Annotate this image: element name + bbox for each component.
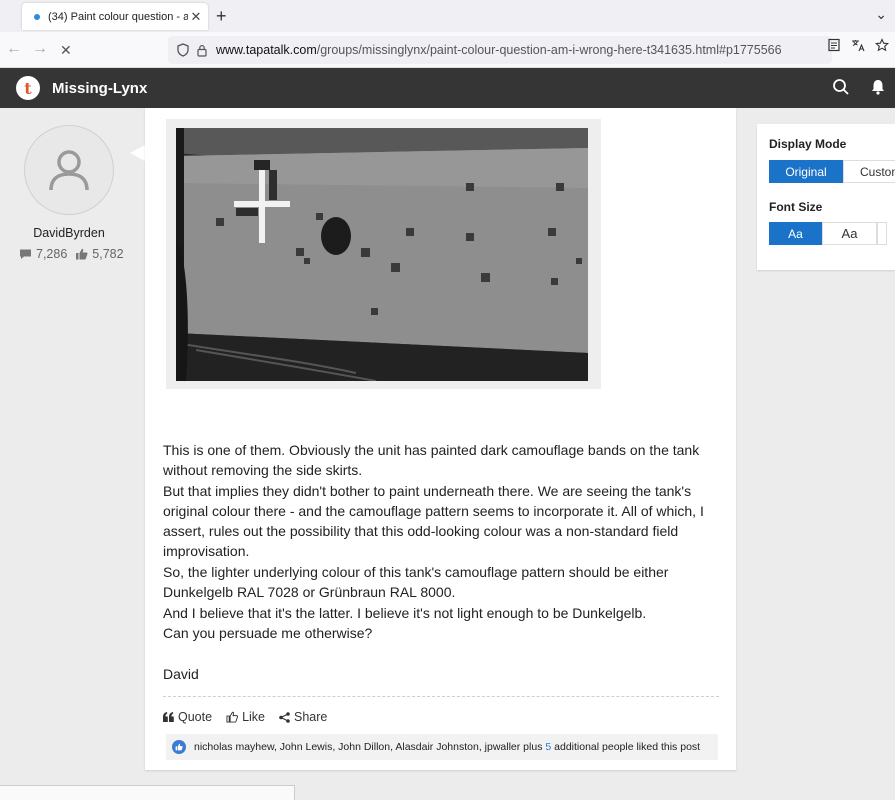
font-size-toggle: Aa Aa [769, 222, 887, 245]
share-button[interactable]: Share [279, 710, 327, 724]
tapatalk-logo[interactable]: t [16, 76, 40, 100]
post-divider [163, 696, 719, 697]
browser-tab[interactable]: (34) Paint colour question - am ✕ [22, 3, 208, 30]
post-paragraph-1: This is one of them. Obviously the unit … [163, 442, 704, 560]
additional-likers-link[interactable]: 5 [545, 741, 551, 753]
tab-title: (34) Paint colour question - am [48, 10, 188, 23]
stop-loading-button[interactable]: ✕ [60, 42, 72, 59]
post-signature: David [163, 666, 199, 682]
quote-button[interactable]: Quote [163, 710, 212, 724]
user-silhouette-icon [49, 150, 89, 191]
search-icon[interactable] [832, 78, 850, 96]
lock-icon[interactable] [196, 44, 208, 57]
font-size-large[interactable] [877, 222, 887, 245]
bookmark-star-icon[interactable] [875, 38, 889, 52]
like-button[interactable]: Like [226, 710, 265, 724]
reader-view-icon[interactable] [827, 38, 841, 52]
quote-icon [163, 712, 174, 722]
status-bar-fragment [0, 785, 295, 800]
thumbs-up-icon [76, 248, 88, 260]
post-paragraph-2: So, the lighter underlying colour of thi… [163, 564, 669, 641]
post-actions: Quote Like Share [163, 710, 327, 724]
display-mode-custom[interactable]: Custom [843, 160, 895, 183]
browser-tabstrip: (34) Paint colour question - am ✕ + ⌄ [0, 0, 895, 32]
back-button[interactable]: ← [6, 40, 22, 58]
comment-icon [20, 249, 31, 259]
display-mode-toggle: Original Custom [769, 160, 895, 183]
quote-label: Quote [178, 710, 213, 724]
url-host: www.tapatalk.com [216, 43, 317, 57]
logo-letter: t [24, 78, 32, 98]
browser-navbar: ← → ✕ www.tapatalk.com/groups/missinglyn… [0, 32, 895, 68]
display-mode-label: Display Mode [769, 137, 847, 151]
translate-icon[interactable] [851, 38, 865, 52]
liked-thumbs-up-icon [172, 740, 186, 754]
new-tab-button[interactable]: + [216, 6, 227, 27]
display-mode-original[interactable]: Original [769, 160, 843, 183]
tab-close-icon[interactable]: ✕ [188, 9, 204, 25]
url-path: /groups/missinglynx/paint-colour-questio… [316, 43, 782, 57]
author-like-count: 5,782 [92, 247, 124, 261]
share-label: Share [294, 710, 328, 724]
tab-list-chevron-icon[interactable]: ⌄ [875, 6, 887, 23]
site-header: t Missing-Lynx [0, 68, 895, 108]
post-pointer [130, 145, 145, 161]
shield-icon[interactable] [176, 43, 190, 57]
avatar[interactable] [24, 125, 114, 215]
forward-button[interactable]: → [32, 40, 48, 58]
author-name[interactable]: DavidByrden [0, 226, 138, 240]
tab-favicon-icon [34, 13, 40, 20]
likers-names[interactable]: nicholas mayhew, John Lewis, John Dillon… [194, 741, 542, 753]
font-size-medium[interactable]: Aa [822, 222, 877, 245]
notification-bell-icon[interactable] [870, 78, 886, 96]
font-size-small[interactable]: Aa [769, 222, 822, 245]
display-settings-panel: Display Mode Original Custom Font Size A… [757, 124, 895, 270]
author-post-count: 7,286 [36, 247, 68, 261]
site-name[interactable]: Missing-Lynx [52, 80, 147, 97]
toolbar-icons [827, 38, 889, 52]
share-icon [279, 711, 290, 723]
like-label: Like [242, 710, 265, 724]
author-stats: 7,286 5,782 [19, 247, 124, 261]
tank-photo[interactable] [176, 128, 588, 381]
likes-suffix: additional people liked this post [554, 741, 701, 753]
font-size-label: Font Size [769, 200, 823, 214]
like-icon [226, 711, 239, 723]
likes-summary: nicholas mayhew, John Lewis, John Dillon… [166, 734, 718, 760]
address-bar[interactable]: www.tapatalk.com/groups/missinglynx/pain… [168, 36, 832, 64]
